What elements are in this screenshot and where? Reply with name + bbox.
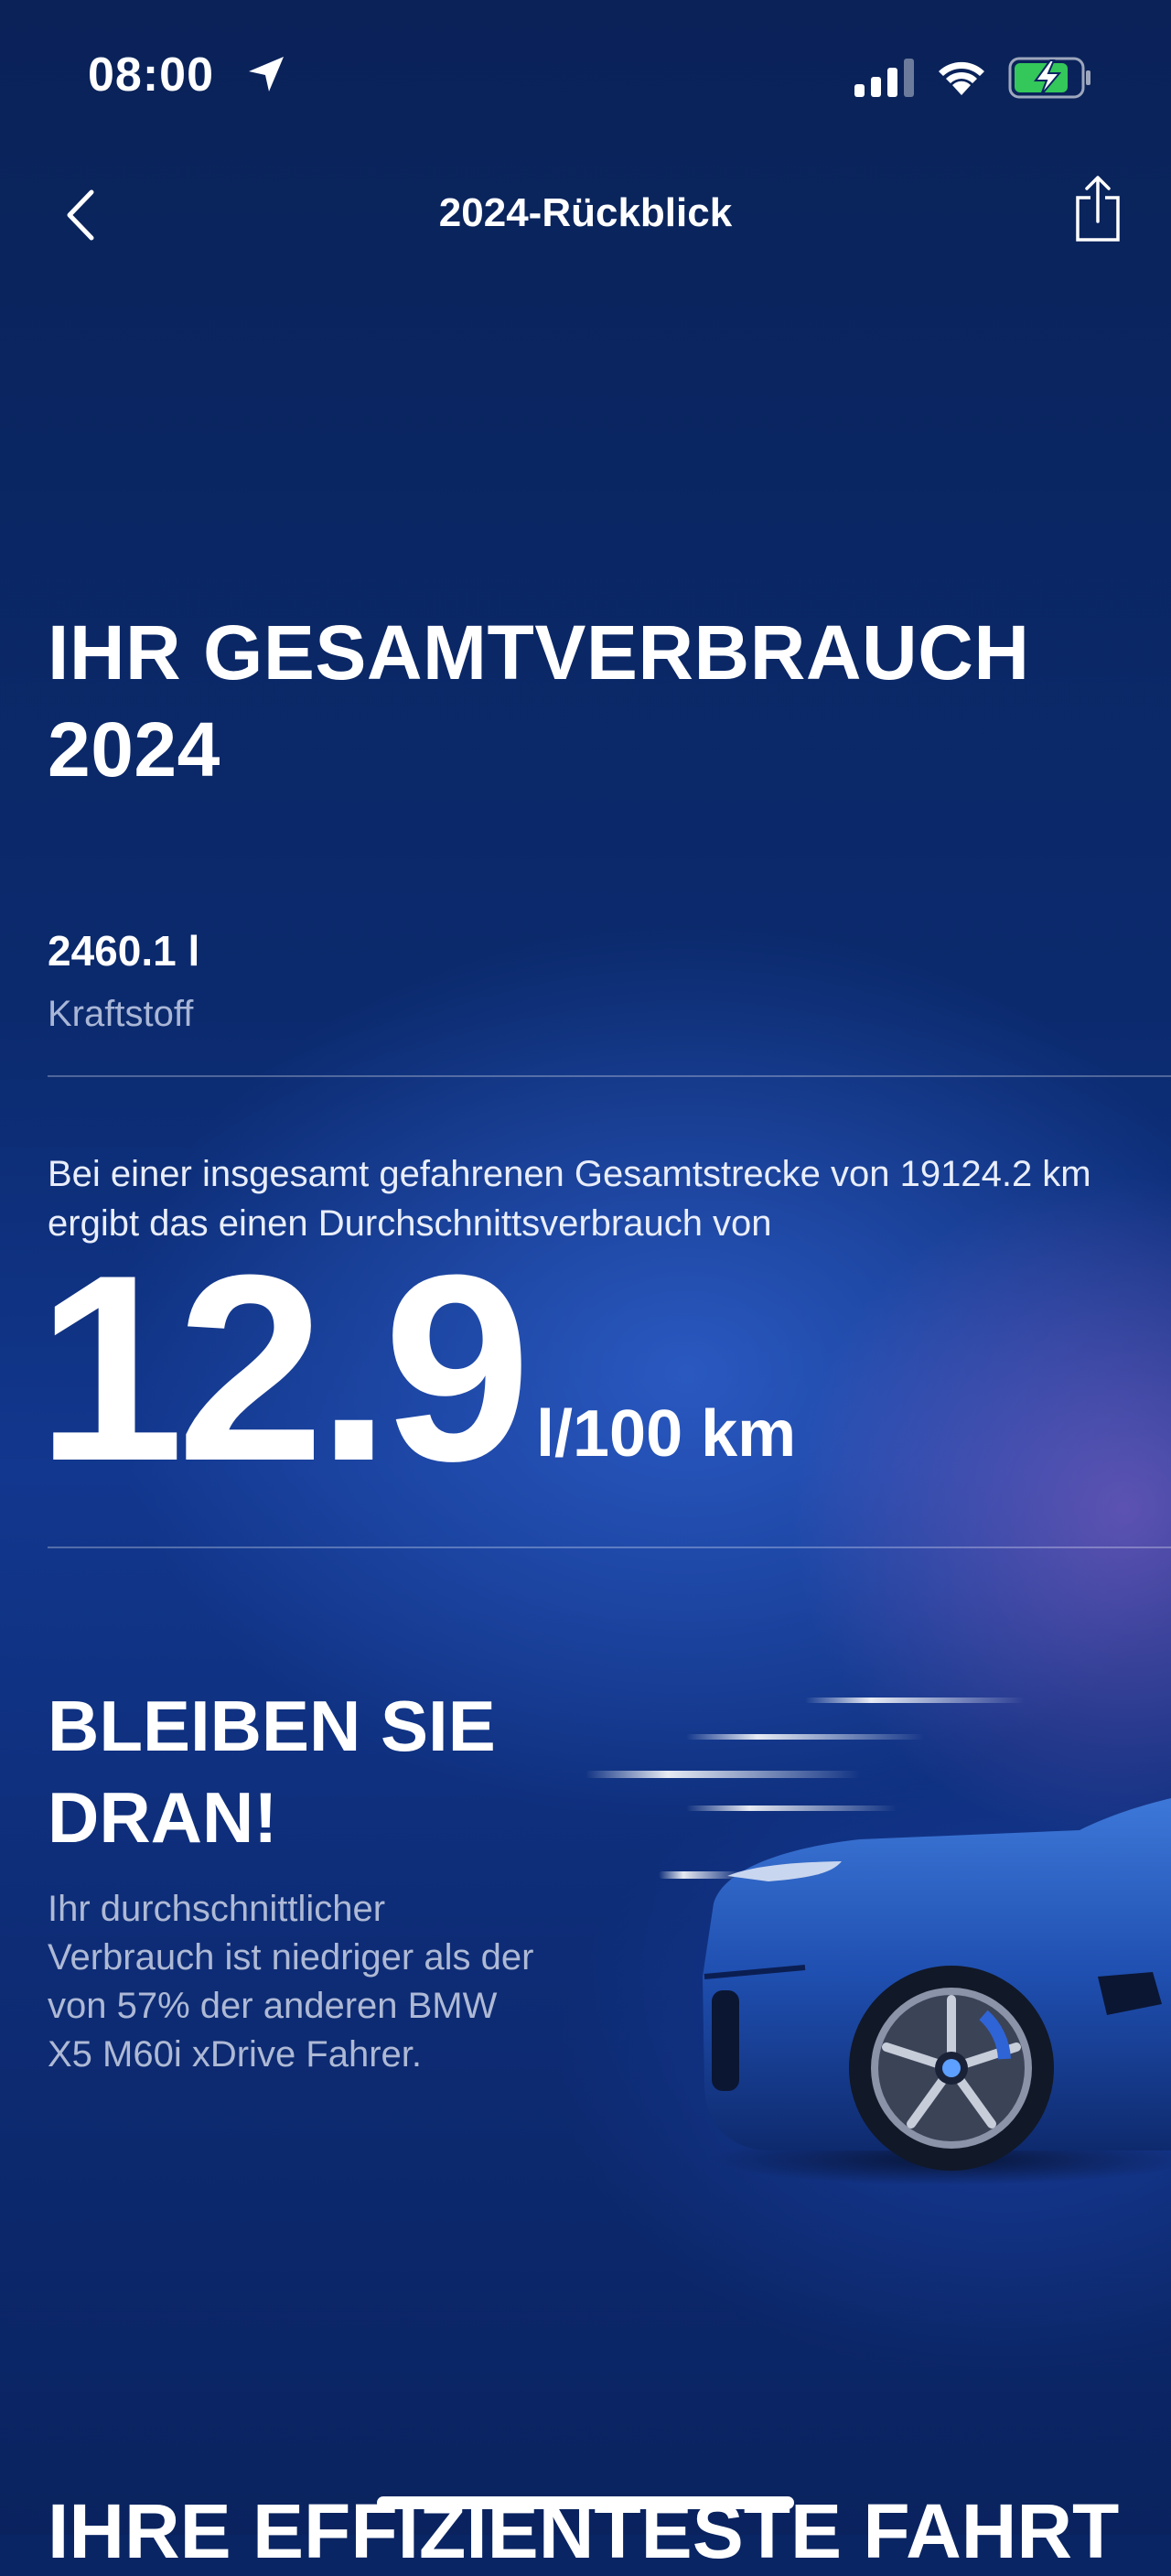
fuel-amount: 2460.1 l [48,927,200,975]
location-arrow-icon [249,57,284,92]
consumption-headline: IHR GESAMTVERBRAUCH 2024 [48,609,1030,792]
motivation-title: BLEIBEN SIE DRAN! [48,1686,496,1858]
fuel-label: Kraftstoff [48,994,194,1034]
motivation-text: Ihr durchschnittlicher Verbrauch ist nie… [48,1889,534,2075]
car-image [586,1698,1171,2185]
nav-bar: 2024-Rückblick [0,174,1171,256]
status-time: 08:00 [88,49,214,102]
divider [48,1075,1171,1077]
divider [48,1547,1171,1548]
cellular-signal-icon [854,59,914,97]
battery-charging-icon [1008,57,1090,99]
home-indicator[interactable] [377,2496,794,2509]
page-title: 2024-Rückblick [438,190,733,235]
wifi-icon [939,61,984,95]
average-consumption-unit: l/100 km [536,1397,797,1471]
status-bar: 08:00 [0,0,1171,156]
average-consumption-value: 12.9 [37,1220,531,1516]
share-icon[interactable] [1072,174,1123,245]
